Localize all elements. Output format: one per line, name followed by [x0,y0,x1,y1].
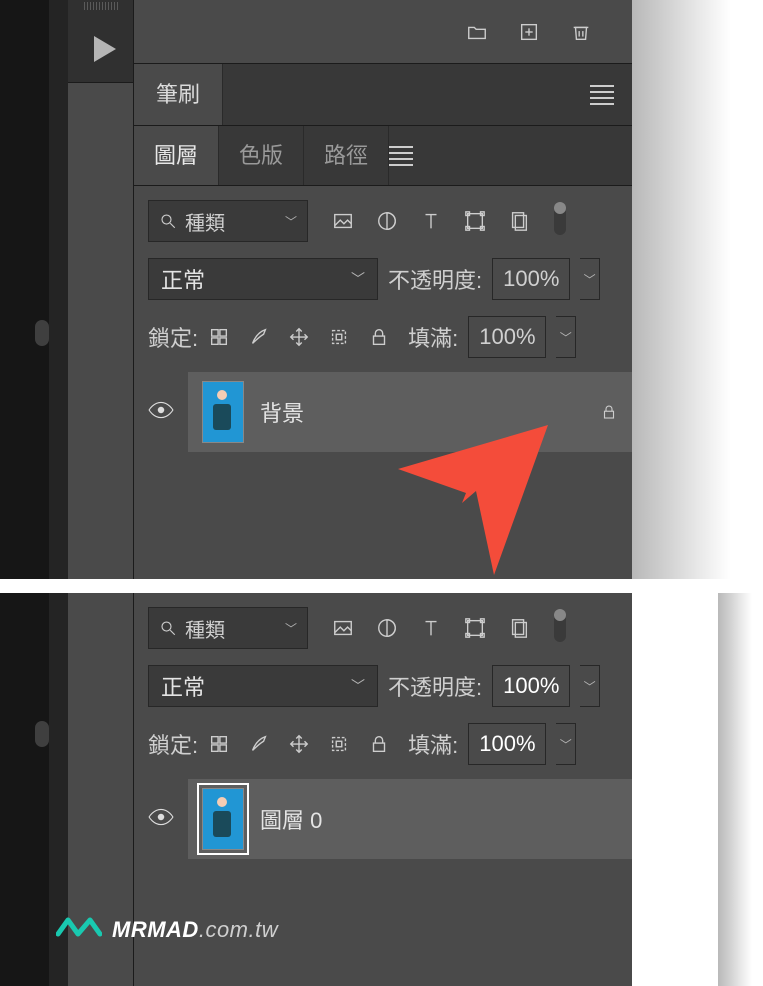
filter-shape-icon[interactable] [464,210,486,232]
lock-all-icon[interactable] [368,326,390,348]
trash-icon[interactable] [570,21,592,43]
opacity-chevron-icon[interactable]: ﹀ [580,258,600,300]
chevron-down-icon: ﹀ [285,213,297,230]
visibility-icon[interactable] [148,808,174,831]
layer-filter-select[interactable]: 種類 ﹀ [148,607,308,649]
search-icon [159,212,177,230]
layer-name[interactable]: 背景 [260,396,304,428]
blend-mode-select[interactable]: 正常 ﹀ [148,258,378,300]
fill-label: 填滿: [408,728,458,760]
filter-toggle[interactable] [554,207,566,235]
opacity-label: 不透明度: [388,263,482,295]
layer-name[interactable]: 圖層 0 [260,803,322,835]
blend-mode-select[interactable]: 正常 ﹀ [148,665,378,707]
watermark-logo-icon [56,914,102,946]
watermark-bold: MRMAD [112,917,199,942]
blend-mode-value: 正常 [161,670,205,702]
lock-move-icon[interactable] [288,326,310,348]
visibility-icon[interactable] [148,401,174,424]
layer-filter-label: 種類 [185,207,225,236]
opacity-value[interactable]: 100% [492,258,570,300]
lock-paint-icon[interactable] [248,326,270,348]
new-icon[interactable] [518,21,540,43]
filter-image-icon[interactable] [332,617,354,639]
filter-image-icon[interactable] [332,210,354,232]
layer-row[interactable]: 圖層 0 [134,779,632,859]
layer-filter-select[interactable]: 種類 ﹀ [148,200,308,242]
tab-channels[interactable]: 色版 [219,126,304,185]
chevron-down-icon: ﹀ [351,676,365,696]
filter-text-icon[interactable] [420,210,442,232]
chevron-down-icon: ﹀ [285,620,297,637]
filter-adjust-icon[interactable] [376,210,398,232]
brushes-panel-header: 筆刷 [134,64,632,126]
lock-artboard-icon[interactable] [328,326,350,348]
lock-pixels-icon[interactable] [208,326,230,348]
chevron-down-icon: ﹀ [351,269,365,289]
fill-value[interactable]: 100% [468,723,546,765]
lock-move-icon[interactable] [288,733,310,755]
fill-value[interactable]: 100% [468,316,546,358]
grip-icon [84,2,118,10]
opacity-label: 不透明度: [388,670,482,702]
lock-paint-icon[interactable] [248,733,270,755]
annotation-arrow [398,425,558,579]
fill-chevron-icon[interactable]: ﹀ [556,723,576,765]
play-icon[interactable] [94,36,116,62]
lock-label: 鎖定: [148,728,198,760]
tab-paths[interactable]: 路徑 [304,126,389,185]
filter-text-icon[interactable] [420,617,442,639]
layer-thumbnail[interactable] [202,788,244,850]
fill-chevron-icon[interactable]: ﹀ [556,316,576,358]
watermark-domain: .com.tw [199,917,278,942]
panel-menu-icon[interactable] [389,142,413,170]
filter-adjust-icon[interactable] [376,617,398,639]
lock-pixels-icon[interactable] [208,733,230,755]
lock-icon[interactable] [600,403,618,421]
actions-play-area [68,0,134,83]
folder-icon[interactable] [466,21,488,43]
fill-label: 填滿: [408,321,458,353]
filter-toggle[interactable] [554,614,566,642]
filter-smart-icon[interactable] [508,617,530,639]
brushes-tab[interactable]: 筆刷 [134,64,223,125]
filter-smart-icon[interactable] [508,210,530,232]
layers-panel-tabs: 圖層 色版 路徑 [134,126,632,186]
actions-bottom-toolbar [134,0,632,64]
blend-mode-value: 正常 [161,263,205,295]
opacity-chevron-icon[interactable]: ﹀ [580,665,600,707]
tab-layers[interactable]: 圖層 [134,126,219,185]
lock-label: 鎖定: [148,321,198,353]
lock-all-icon[interactable] [368,733,390,755]
watermark: MRMAD.com.tw [56,914,278,946]
search-icon [159,619,177,637]
opacity-value[interactable]: 100% [492,665,570,707]
panel-menu-icon[interactable] [590,81,614,109]
lock-artboard-icon[interactable] [328,733,350,755]
layer-filter-label: 種類 [185,614,225,643]
layer-thumbnail[interactable] [202,381,244,443]
filter-shape-icon[interactable] [464,617,486,639]
